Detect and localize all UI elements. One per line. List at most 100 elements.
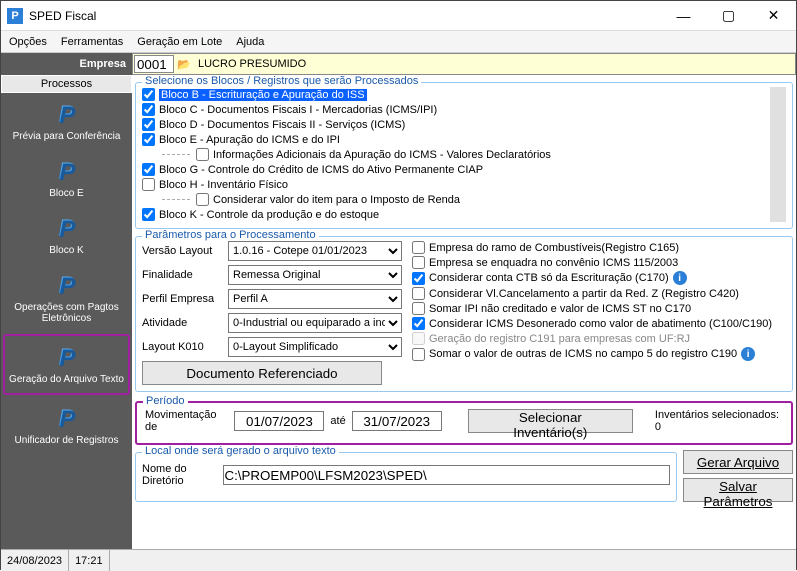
param-check-row: Considerar ICMS Desonerado como valor de… [412,317,786,330]
bloco-label: Informações Adicionais da Apuração do IC… [213,149,551,161]
param-checkbox[interactable] [412,272,425,285]
blocos-title: Selecione os Blocos / Registros que serã… [142,75,421,87]
scrollbar[interactable] [770,87,786,222]
bloco-label: Bloco G - Controle do Crédito de ICMS do… [159,164,483,176]
dir-label: Nome do Diretório [142,463,217,487]
param-checkbox[interactable] [412,256,425,269]
bloco-row[interactable]: Bloco B - Escrituração e Apuração do ISS [142,87,766,102]
blocos-groupbox: Selecione os Blocos / Registros que serã… [135,82,793,229]
salvar-parametros-button[interactable]: Salvar Parâmetros [683,478,793,502]
bloco-row[interactable]: Bloco E - Apuração do ICMS e do IPI [142,132,766,147]
bloco-checkbox[interactable] [142,88,155,101]
gerar-arquivo-button[interactable]: Gerar Arquivo [683,450,793,474]
layoutk-select[interactable]: 0-Layout Simplificado [228,337,402,357]
blocos-list[interactable]: Bloco B - Escrituração e Apuração do ISS… [142,87,770,222]
params-groupbox: Parâmetros para o Processamento Versão L… [135,236,793,392]
periodo-groupbox: Período Movimentação de até Selecionar I… [135,401,793,445]
bloco-row[interactable]: Considerar valor do item para o Imposto … [142,192,766,207]
window-controls: — ▢ ✕ [661,1,796,31]
close-button[interactable]: ✕ [751,1,796,31]
p-icon: P [58,344,74,372]
sidebar-item-previa[interactable]: PPrévia para Conferência [1,93,132,150]
param-checkbox[interactable] [412,287,425,300]
finalidade-select[interactable]: Remessa Original [228,265,402,285]
params-title: Parâmetros para o Processamento [142,229,319,241]
menubar: Opções Ferramentas Geração em Lote Ajuda [1,31,796,53]
sidebar: Processos PPrévia para Conferência PBloc… [1,75,132,549]
sidebar-item-bloco-k[interactable]: PBloco K [1,207,132,264]
bloco-row[interactable]: Bloco D - Documentos Fiscais II - Serviç… [142,117,766,132]
sidebar-header: Processos [1,75,132,93]
periodo-fim-input[interactable] [352,411,442,431]
layoutk-label: Layout K010 [142,341,222,353]
param-check-label: Considerar ICMS Desonerado como valor de… [429,318,772,330]
bloco-checkbox[interactable] [142,208,155,221]
param-checkbox[interactable] [412,302,425,315]
bloco-row[interactable]: Bloco H - Inventário Físico [142,177,766,192]
param-check-row: Somar IPI não creditado e valor de ICMS … [412,302,786,315]
param-check-row: Considerar Vl.Cancelamento a partir da R… [412,287,786,300]
param-checkbox[interactable] [412,348,425,361]
bloco-row[interactable]: Informações Adicionais da Apuração do IC… [142,147,766,162]
inventarios-count: Inventários selecionados: 0 [655,409,783,433]
sidebar-item-unificador[interactable]: PUnificador de Registros [1,397,132,454]
info-icon[interactable]: i [741,347,755,361]
bloco-checkbox[interactable] [196,148,209,161]
bloco-checkbox[interactable] [196,193,209,206]
selecionar-inventario-button[interactable]: Selecionar Inventário(s) [468,409,633,433]
param-check-label: Somar o valor de outras de ICMS no campo… [429,348,737,360]
maximize-button[interactable]: ▢ [706,1,751,31]
versao-select[interactable]: 1.0.16 - Cotepe 01/01/2023 [228,241,402,261]
empresa-name: LUCRO PRESUMIDO [194,58,306,70]
menu-ajuda[interactable]: Ajuda [236,36,264,48]
statusbar: 24/08/2023 17:21 [1,549,796,571]
ate-label: até [330,415,345,427]
param-check-row: Considerar conta CTB só da Escrituração … [412,271,786,285]
bloco-checkbox[interactable] [142,178,155,191]
param-check-label: Considerar Vl.Cancelamento a partir da R… [429,288,739,300]
empresa-code-input[interactable] [134,55,174,73]
param-check-label: Empresa do ramo de Combustíveis(Registro… [429,242,679,254]
info-icon[interactable]: i [673,271,687,285]
app-icon: P [7,8,23,24]
sidebar-item-geracao-arquivo[interactable]: PGeração do Arquivo Texto [3,334,130,395]
bloco-row[interactable]: Bloco K - Controle da produção e do esto… [142,207,766,222]
minimize-button[interactable]: — [661,1,706,31]
p-icon: P [58,101,74,129]
doc-referenciado-button[interactable]: Documento Referenciado [142,361,382,385]
menu-opcoes[interactable]: Opções [9,36,47,48]
bloco-checkbox[interactable] [142,163,155,176]
bloco-checkbox[interactable] [142,118,155,131]
periodo-inicio-input[interactable] [234,411,324,431]
window-title: SPED Fiscal [29,9,661,23]
bloco-label: Bloco H - Inventário Físico [159,179,288,191]
bloco-label: Bloco B - Escrituração e Apuração do ISS [159,89,367,101]
param-check-label: Considerar conta CTB só da Escrituração … [429,272,669,284]
sidebar-item-bloco-e[interactable]: PBloco E [1,150,132,207]
perfil-select[interactable]: Perfil A [228,289,402,309]
output-title: Local onde será gerado o arquivo texto [142,445,339,457]
bloco-row[interactable]: Bloco G - Controle do Crédito de ICMS do… [142,162,766,177]
folder-open-icon[interactable]: 📂 [174,58,194,71]
param-check-label: Empresa se enquadra no convênio ICMS 115… [429,257,678,269]
menu-geracao-lote[interactable]: Geração em Lote [137,36,222,48]
param-check-row: Empresa do ramo de Combustíveis(Registro… [412,241,786,254]
atividade-label: Atividade [142,317,222,329]
bloco-label: Bloco E - Apuração do ICMS e do IPI [159,134,340,146]
param-checkbox[interactable] [412,241,425,254]
titlebar: P SPED Fiscal — ▢ ✕ [1,1,796,31]
versao-label: Versão Layout [142,245,222,257]
empresa-toolbar: Empresa 📂 LUCRO PRESUMIDO [1,53,796,75]
menu-ferramentas[interactable]: Ferramentas [61,36,123,48]
param-checkbox[interactable] [412,317,425,330]
bloco-checkbox[interactable] [142,133,155,146]
p-icon: P [58,215,74,243]
param-check-label: Geração do registro C191 para empresas c… [429,333,690,345]
param-check-row: Somar o valor de outras de ICMS no campo… [412,347,786,361]
atividade-select[interactable]: 0-Industrial ou equiparado a industrial [228,313,402,333]
diretorio-input[interactable] [223,465,670,485]
bloco-checkbox[interactable] [142,103,155,116]
sidebar-item-pagtos[interactable]: POperações com Pagtos Eletrônicos [1,264,132,332]
empresa-label: Empresa [1,58,132,70]
bloco-row[interactable]: Bloco C - Documentos Fiscais I - Mercado… [142,102,766,117]
